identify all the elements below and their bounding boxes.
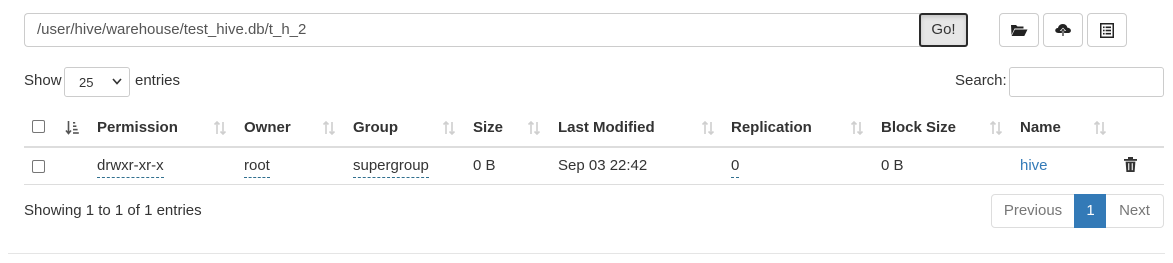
search-label: Search: bbox=[955, 72, 1007, 89]
sort-icon[interactable] bbox=[322, 119, 336, 137]
owner-cell[interactable]: root bbox=[244, 156, 270, 178]
entries-per-page-select[interactable]: 25 bbox=[64, 67, 130, 97]
column-header-name[interactable]: Name bbox=[1020, 118, 1061, 138]
group-cell[interactable]: supergroup bbox=[353, 156, 429, 178]
search-input[interactable] bbox=[1009, 67, 1164, 97]
sort-icon[interactable] bbox=[442, 119, 456, 137]
path-input[interactable]: /user/hive/warehouse/test_hive.db/t_h_2 bbox=[24, 13, 920, 47]
column-header-owner[interactable]: Owner bbox=[244, 118, 291, 138]
select-all-checkbox[interactable] bbox=[32, 120, 45, 133]
column-header-size[interactable]: Size bbox=[473, 118, 503, 138]
name-link[interactable]: hive bbox=[1020, 156, 1048, 176]
size-cell: 0 B bbox=[473, 157, 496, 174]
block-size-cell: 0 B bbox=[881, 157, 904, 174]
sort-icon[interactable] bbox=[989, 119, 1003, 137]
column-header-permission[interactable]: Permission bbox=[97, 118, 178, 138]
sort-icon[interactable] bbox=[527, 119, 541, 137]
folder-open-icon bbox=[1011, 25, 1028, 36]
page-1-button[interactable]: 1 bbox=[1074, 194, 1107, 228]
column-header-block-size[interactable]: Block Size bbox=[881, 118, 956, 138]
last-modified-cell: Sep 03 22:42 bbox=[558, 157, 648, 174]
sort-icon[interactable] bbox=[213, 119, 227, 137]
replication-cell[interactable]: 0 bbox=[731, 156, 740, 178]
sort-amount-icon[interactable] bbox=[65, 119, 79, 137]
sort-icon[interactable] bbox=[1093, 119, 1107, 137]
row-checkbox[interactable] bbox=[32, 160, 45, 173]
cut-paste-button[interactable] bbox=[1087, 13, 1127, 47]
create-directory-button[interactable] bbox=[999, 13, 1039, 47]
table-info: Showing 1 to 1 of 1 entries bbox=[24, 202, 202, 219]
chevron-down-icon bbox=[112, 78, 122, 85]
header-divider bbox=[24, 146, 1164, 148]
trash-icon[interactable] bbox=[1124, 157, 1137, 172]
upload-button[interactable] bbox=[1043, 13, 1083, 47]
sort-icon[interactable] bbox=[850, 119, 864, 137]
go-button[interactable]: Go! bbox=[919, 13, 968, 47]
sort-icon[interactable] bbox=[701, 119, 715, 137]
previous-page-button[interactable]: Previous bbox=[991, 194, 1075, 228]
permission-cell[interactable]: drwxr-xr-x bbox=[97, 156, 164, 178]
cloud-upload-icon bbox=[1055, 24, 1071, 37]
row-divider bbox=[24, 184, 1164, 185]
entries-per-page-value: 25 bbox=[79, 75, 94, 90]
column-header-last-modified[interactable]: Last Modified bbox=[558, 118, 655, 138]
entries-label: entries bbox=[135, 72, 181, 89]
column-header-replication[interactable]: Replication bbox=[731, 118, 812, 138]
show-label: Show bbox=[24, 72, 62, 89]
next-page-button[interactable]: Next bbox=[1106, 194, 1164, 228]
footer-divider bbox=[8, 253, 1165, 254]
list-icon bbox=[1100, 22, 1114, 38]
column-header-group[interactable]: Group bbox=[353, 118, 398, 138]
